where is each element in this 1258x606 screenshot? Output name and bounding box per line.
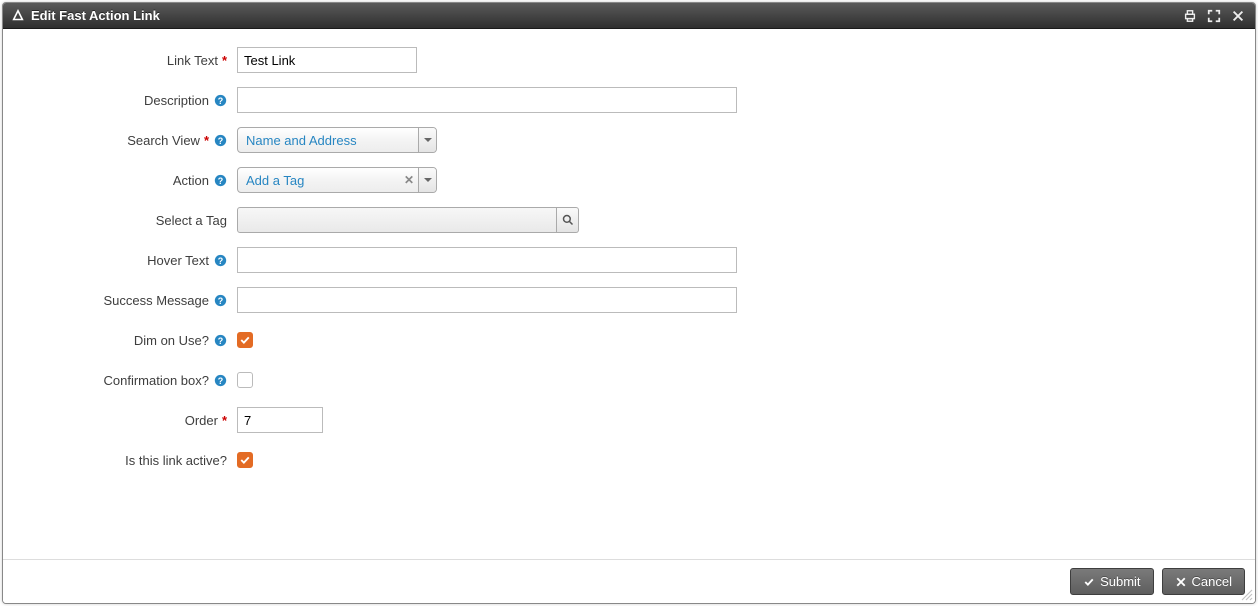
confirmation-box-label: Confirmation box? xyxy=(104,373,210,388)
svg-text:?: ? xyxy=(217,255,222,265)
search-view-label: Search View xyxy=(127,133,200,148)
search-view-select[interactable]: Name and Address xyxy=(237,127,437,153)
help-icon[interactable]: ? xyxy=(213,93,227,107)
success-message-label: Success Message xyxy=(104,293,210,308)
description-input[interactable] xyxy=(237,87,737,113)
dim-on-use-label: Dim on Use? xyxy=(134,333,209,348)
cancel-button[interactable]: Cancel xyxy=(1162,568,1245,595)
search-icon[interactable] xyxy=(557,207,579,233)
svg-text:?: ? xyxy=(217,95,222,105)
dialog-footer: Submit Cancel xyxy=(3,559,1255,603)
dialog-titlebar[interactable]: Edit Fast Action Link xyxy=(3,3,1255,29)
svg-text:?: ? xyxy=(217,335,222,345)
clear-icon[interactable]: ✕ xyxy=(400,173,418,187)
help-icon[interactable]: ? xyxy=(213,253,227,267)
chevron-down-icon[interactable] xyxy=(418,128,436,152)
resize-handle[interactable] xyxy=(1240,588,1254,602)
confirmation-box-checkbox[interactable] xyxy=(237,372,253,388)
order-label: Order xyxy=(185,413,218,428)
submit-button[interactable]: Submit xyxy=(1070,568,1153,595)
link-text-input[interactable] xyxy=(237,47,417,73)
svg-text:?: ? xyxy=(217,175,222,185)
link-text-label: Link Text xyxy=(167,53,218,68)
required-marker: * xyxy=(222,413,227,428)
action-select[interactable]: Add a Tag ✕ xyxy=(237,167,437,193)
cancel-label: Cancel xyxy=(1192,574,1232,589)
help-icon[interactable]: ? xyxy=(213,293,227,307)
help-icon[interactable]: ? xyxy=(213,133,227,147)
select-tag-label: Select a Tag xyxy=(156,213,227,228)
print-button[interactable] xyxy=(1181,7,1199,25)
submit-label: Submit xyxy=(1100,574,1140,589)
select-tag-entityref[interactable] xyxy=(237,207,579,233)
chevron-down-icon[interactable] xyxy=(418,168,436,192)
svg-text:?: ? xyxy=(217,375,222,385)
is-active-checkbox[interactable] xyxy=(237,452,253,468)
edit-fast-action-link-dialog: Edit Fast Action Link Link Text * Descri… xyxy=(2,2,1256,604)
select-tag-input[interactable] xyxy=(237,207,557,233)
required-marker: * xyxy=(222,53,227,68)
help-icon[interactable]: ? xyxy=(213,373,227,387)
help-icon[interactable]: ? xyxy=(213,173,227,187)
fullscreen-button[interactable] xyxy=(1205,7,1223,25)
civicrm-logo-icon xyxy=(11,9,25,23)
description-label: Description xyxy=(144,93,209,108)
success-message-input[interactable] xyxy=(237,287,737,313)
help-icon[interactable]: ? xyxy=(213,333,227,347)
order-input[interactable] xyxy=(237,407,323,433)
dialog-title: Edit Fast Action Link xyxy=(31,8,160,23)
action-value: Add a Tag xyxy=(238,173,400,188)
dialog-body: Link Text * Description ? Search View * xyxy=(3,29,1255,559)
close-button[interactable] xyxy=(1229,7,1247,25)
action-label: Action xyxy=(173,173,209,188)
hover-text-input[interactable] xyxy=(237,247,737,273)
is-active-label: Is this link active? xyxy=(125,453,227,468)
dim-on-use-checkbox[interactable] xyxy=(237,332,253,348)
search-view-value: Name and Address xyxy=(238,133,418,148)
svg-text:?: ? xyxy=(217,295,222,305)
svg-text:?: ? xyxy=(217,135,222,145)
required-marker: * xyxy=(204,133,209,148)
hover-text-label: Hover Text xyxy=(147,253,209,268)
